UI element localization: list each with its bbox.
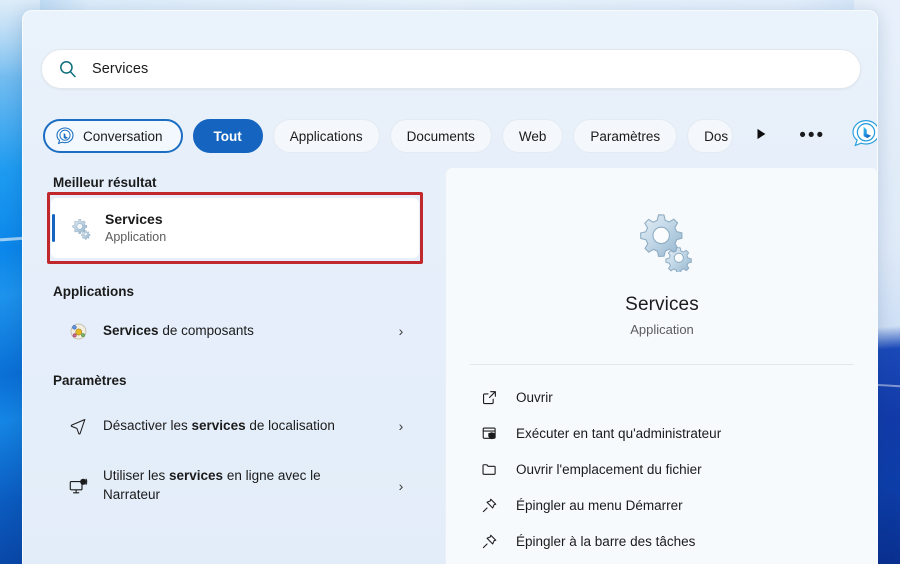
tab-documents[interactable]: Documents [389,119,492,153]
best-match-heading: Meilleur résultat [53,175,157,190]
more-options-button[interactable]: ••• [795,121,829,151]
action-label: Épingler au menu Démarrer [516,497,683,513]
tab-applications-label: Applications [289,128,363,144]
result-label-prefix: Utiliser les [103,468,170,484]
action-executer-administrateur[interactable]: Exécuter en tant qu'administrateur [470,415,854,451]
pin-icon [480,496,498,514]
applications-heading: Applications [53,284,135,299]
search-results-list: Meilleur résultat Services Application A… [23,163,431,564]
tab-parametres-label: Paramètres [590,128,661,144]
windows-search-flyout: Services Conversation Tout Applications [22,10,878,564]
divider [470,364,854,365]
tab-conversation[interactable]: Conversation [43,119,183,153]
result-label-match: services [191,417,246,433]
bing-chat-icon [850,118,877,155]
chevron-right-icon[interactable]: › [393,323,409,339]
narrator-icon [67,475,89,497]
gears-icon [69,217,91,240]
result-label-rest: de localisation [245,417,335,433]
action-label: Ouvrir l'emplacement du fichier [516,461,702,477]
open-external-icon [480,388,498,406]
ellipsis-icon: ••• [799,125,826,146]
tab-web-label: Web [518,128,547,144]
preview-app-name: Services [625,294,699,315]
action-epingler-menu-demarrer[interactable]: Épingler au menu Démarrer [470,487,854,523]
action-epingler-barre-taches[interactable]: Épingler à la barre des tâches [470,523,854,559]
pin-icon [480,532,498,550]
shield-run-icon [480,424,498,442]
best-match-title: Services [105,211,163,228]
action-ouvrir[interactable]: Ouvrir [470,379,854,415]
action-label: Ouvrir [516,389,553,405]
result-label: Utiliser les services en ligne avec le N… [103,467,373,505]
tab-tout[interactable]: Tout [192,119,263,153]
preview-panel: Services Application Ouvrir Exécuter en … [445,167,877,564]
result-label-prefix: Désactiver les [103,417,192,433]
settings-heading: Paramètres [53,373,127,388]
tab-applications[interactable]: Applications [272,119,380,153]
tab-dossiers[interactable]: Dos [687,119,734,153]
tab-tout-label: Tout [213,128,242,144]
location-arrow-icon [67,415,89,437]
preview-actions-list: Ouvrir Exécuter en tant qu'administrateu… [446,379,877,559]
chevron-right-icon[interactable]: › [393,418,409,434]
result-label: Services de composants [103,322,254,341]
search-box[interactable]: Services [41,49,861,89]
chevron-right-icon[interactable]: › [393,478,409,494]
scroll-next-button[interactable] [747,121,775,151]
gears-icon [630,208,694,274]
tab-conversation-label: Conversation [83,128,163,144]
desktop-background: Services Conversation Tout Applications [0,0,900,564]
preview-app-type: Application [630,322,694,337]
action-ouvrir-emplacement-fichier[interactable]: Ouvrir l'emplacement du fichier [470,451,854,487]
bing-chat-launcher-button[interactable] [849,118,877,155]
action-label: Épingler à la barre des tâches [516,533,696,549]
result-services-de-composants[interactable]: Services de composants › [51,307,417,355]
tab-parametres[interactable]: Paramètres [573,119,678,153]
result-label-rest: de composants [158,322,254,338]
folder-icon [480,460,498,478]
result-label-match: services [169,468,224,484]
result-utiliser-services-narrateur[interactable]: Utiliser les services en ligne avec le N… [51,456,417,516]
best-match-container: Services Application [47,192,423,264]
search-input-value[interactable]: Services [92,61,148,77]
result-desactiver-services-localisation[interactable]: Désactiver les services de localisation … [51,396,417,456]
best-match-text-block: Services Application [105,210,166,246]
result-label: Désactiver les services de localisation [103,417,335,436]
result-label-match: Services [103,322,159,338]
selection-accent-bar [52,214,55,242]
tab-web[interactable]: Web [501,119,564,153]
search-filter-tabs: Conversation Tout Applications Documents… [43,116,877,156]
component-services-icon [67,320,89,342]
best-match-result-services[interactable]: Services Application [51,198,419,258]
tab-documents-label: Documents [406,128,475,144]
play-arrow-icon [754,127,768,146]
action-label: Exécuter en tant qu'administrateur [516,425,722,441]
best-match-subtitle: Application [105,230,167,244]
search-icon [58,59,78,79]
tab-dossiers-label: Dos [704,128,729,144]
bing-chat-icon [55,126,75,146]
